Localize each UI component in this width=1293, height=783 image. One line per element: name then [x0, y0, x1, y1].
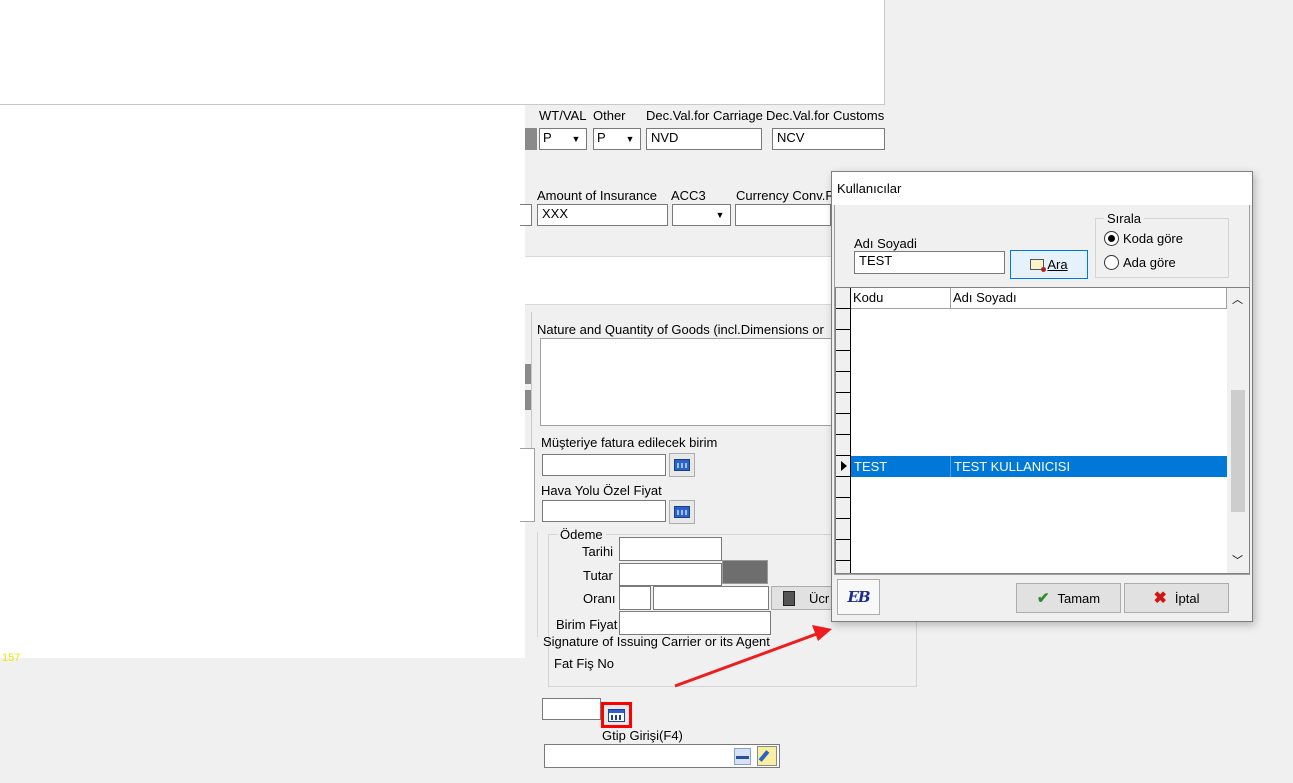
col-adi-label: Adı Soyadı [953, 290, 1017, 305]
eb-logo-button[interactable]: EB [837, 579, 880, 615]
row-pointer-icon [841, 461, 847, 471]
radio-ada-gore[interactable] [1104, 255, 1119, 270]
radio-ada-gore-label: Ada göre [1123, 255, 1176, 270]
tamam-button[interactable]: ✔ Tamam [1016, 583, 1121, 613]
dialog-title: Kullanıcılar [837, 181, 902, 196]
eb-logo-icon: EB [847, 588, 870, 606]
ara-button[interactable]: Ara [1010, 250, 1088, 279]
search-icon [1030, 259, 1047, 272]
table-row[interactable]: TEST TEST KULLANICISI [841, 456, 1227, 477]
row-indicator-column [836, 288, 851, 573]
users-grid[interactable]: Kodu Adı Soyadı TEST TEST KULLANICISI ︿ … [835, 287, 1250, 574]
grid-scrollbar[interactable]: ︿ ﹀ [1227, 288, 1249, 573]
dialog-search-input[interactable]: TEST [854, 251, 1005, 274]
radio-koda-gore-label: Koda göre [1123, 231, 1183, 246]
scroll-up-icon[interactable]: ︿ [1232, 291, 1243, 307]
cell-kodu: TEST [854, 459, 888, 474]
cell-divider [950, 456, 951, 477]
column-header-kodu[interactable]: Kodu [851, 288, 951, 309]
tamam-label: Tamam [1057, 590, 1101, 606]
cell-adi: TEST KULLANICISI [954, 459, 1071, 474]
close-icon: ✖ [1153, 590, 1167, 607]
col-kodu-label: Kodu [853, 290, 884, 305]
adi-soyadi-label: Adı Soyadi [854, 236, 917, 251]
scroll-thumb[interactable] [1231, 390, 1245, 512]
dialog-title-bar: Kullanıcılar [832, 172, 1252, 205]
scroll-down-icon[interactable]: ﹀ [1232, 552, 1243, 568]
iptal-button[interactable]: ✖ İptal [1124, 583, 1229, 613]
iptal-label: İptal [1174, 590, 1200, 606]
sirala-group-title: Sırala [1104, 211, 1144, 226]
column-header-adi[interactable]: Adı Soyadı [951, 288, 1227, 309]
radio-koda-gore[interactable] [1104, 231, 1119, 246]
checkmark-icon: ✔ [1036, 590, 1050, 607]
ara-button-label: Ara [1047, 257, 1068, 272]
